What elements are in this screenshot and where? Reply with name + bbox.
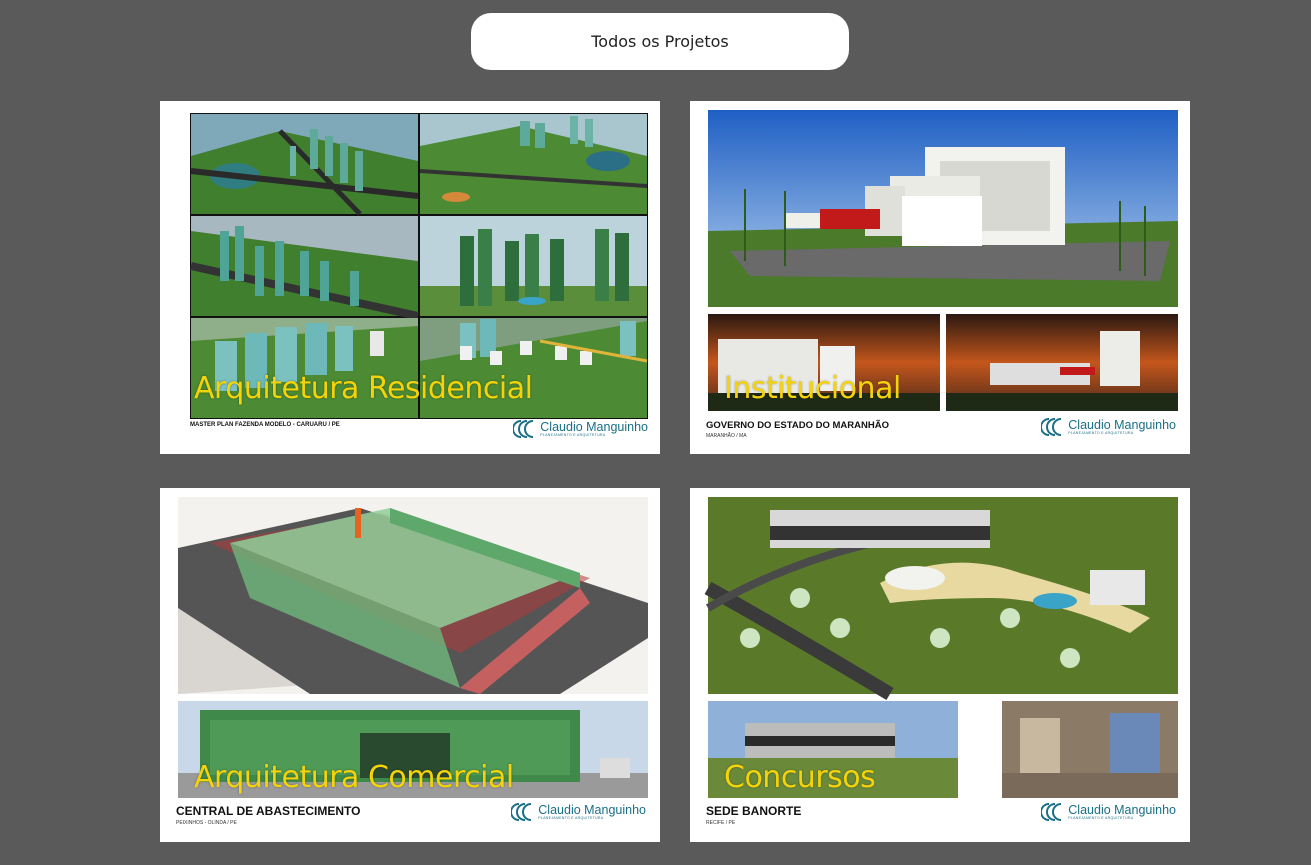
logo-tagline: PLANEJAMENTO E ARQUITETURA [538,816,604,820]
logo-name: Claudio Manguinho [1068,417,1176,432]
company-logo: Claudio Manguinho PLANEJAMENTO E ARQUITET… [1041,417,1176,437]
project-card-institutional[interactable]: Institucional GOVERNO DO ESTADO DO MARAN… [690,101,1190,454]
logo-name: Claudio Manguinho [1068,802,1176,817]
project-location: MARANHÃO / MA [706,433,747,439]
company-logo: Claudio Manguinho PLANEJAMENTO E ARQUITET… [1041,802,1176,822]
logo-mark-icon [1041,803,1062,821]
logo-name: Claudio Manguinho [540,419,648,434]
project-title: Concursos [724,760,876,795]
project-location: RECIFE / PE [706,820,736,826]
logo-mark-icon [513,420,534,438]
logo-name: Claudio Manguinho [538,802,646,817]
logo-tagline: PLANEJAMENTO E ARQUITETURA [1068,431,1134,435]
project-caption: CENTRAL DE ABASTECIMENTO [176,804,361,818]
project-card-residential[interactable]: Arquitetura Residencial MASTER PLAN FAZE… [160,101,660,454]
project-location: PEIXINHOS - OLINDA / PE [176,820,237,826]
project-card-commercial[interactable]: Arquitetura Comercial CENTRAL DE ABASTEC… [160,488,660,842]
project-title: Institucional [724,371,901,406]
project-caption: GOVERNO DO ESTADO DO MARANHÃO [706,420,889,431]
project-caption: MASTER PLAN FAZENDA MODELO - CARUARU / P… [190,422,340,428]
logo-tagline: PLANEJAMENTO E ARQUITETURA [540,433,606,437]
project-card-competitions[interactable]: Concursos SEDE BANORTE RECIFE / PE Claud… [690,488,1190,842]
project-caption: SEDE BANORTE [706,804,802,818]
logo-mark-icon [1041,418,1062,436]
all-projects-filter-button[interactable]: Todos os Projetos [471,13,849,70]
logo-tagline: PLANEJAMENTO E ARQUITETURA [1068,816,1134,820]
project-title: Arquitetura Comercial [194,760,514,795]
company-logo: Claudio Manguinho PLANEJAMENTO E ARQUITET… [513,419,648,439]
project-title: Arquitetura Residencial [194,371,533,406]
logo-mark-icon [511,803,532,821]
company-logo: Claudio Manguinho PLANEJAMENTO E ARQUITET… [511,802,646,822]
